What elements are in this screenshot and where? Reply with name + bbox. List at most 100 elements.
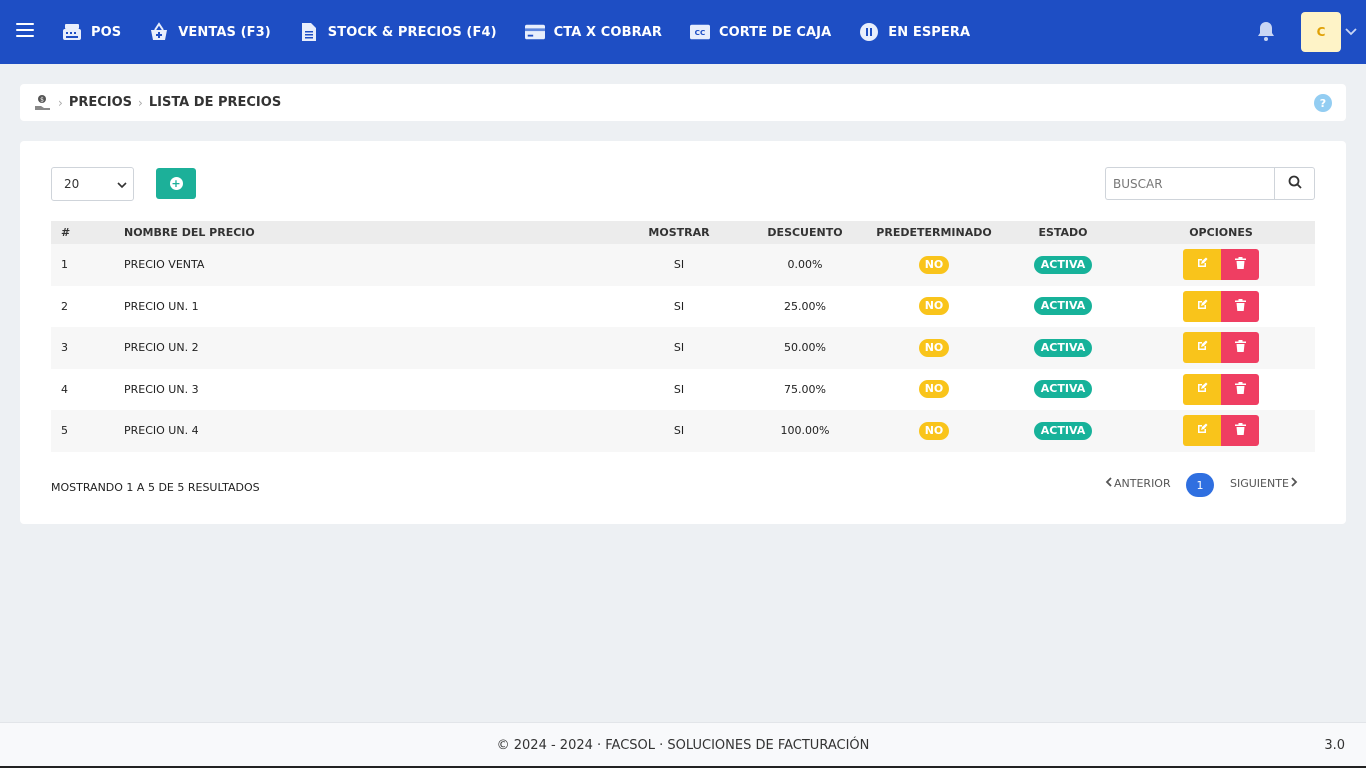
user-avatar[interactable]: C xyxy=(1301,12,1341,52)
edit-button[interactable] xyxy=(1183,249,1221,280)
row-mostrar: SI xyxy=(673,258,685,272)
row-estado: ACTIVA xyxy=(1003,338,1123,357)
basket-add-icon xyxy=(149,22,169,42)
delete-button[interactable] xyxy=(1221,290,1259,322)
row-mostrar: SI xyxy=(673,341,685,355)
nav-cta-cobrar[interactable]: CTA X COBRAR xyxy=(524,22,662,42)
row-descuento: 75.00% xyxy=(784,382,826,396)
table-row: 2 PRECIO UN. 1 SI 25.00% NO ACTIVA xyxy=(51,285,1315,327)
breadcrumb: $ › PRECIOS › LISTA DE PRECIOS ? xyxy=(20,84,1346,121)
nav-stock-precios-label: STOCK & PRECIOS (F4) xyxy=(327,24,497,40)
cc-icon: CC xyxy=(689,22,710,42)
pagination-page[interactable]: 1 xyxy=(1186,473,1214,497)
pagination-next-label: SIGUIENTE xyxy=(1230,477,1289,490)
default-badge: NO xyxy=(918,421,950,440)
edit-button[interactable] xyxy=(1183,290,1221,322)
nav-ventas-label: VENTAS (F3) xyxy=(178,24,271,40)
nav-ventas[interactable]: VENTAS (F3) xyxy=(149,22,271,42)
trash-icon xyxy=(1234,298,1246,314)
status-badge: ACTIVA xyxy=(1033,338,1093,357)
chevron-down-icon[interactable] xyxy=(1344,24,1358,38)
delete-button[interactable] xyxy=(1221,373,1259,405)
results-summary: MOSTRANDO 1 A 5 DE 5 RESULTADOS xyxy=(51,481,260,494)
notifications-bell-icon[interactable] xyxy=(1256,20,1276,42)
row-name: PRECIO VENTA xyxy=(124,258,205,272)
nav-en-espera[interactable]: EN ESPERA xyxy=(859,22,970,42)
top-navbar: POS VENTAS (F3) STOCK & PRECIOS (F4) CTA… xyxy=(0,0,1366,64)
default-badge: NO xyxy=(918,380,950,399)
row-estado: ACTIVA xyxy=(1003,421,1123,440)
delete-button[interactable] xyxy=(1221,332,1259,363)
row-num: 1 xyxy=(61,258,68,272)
footer-version: 3.0 xyxy=(1324,738,1345,753)
pause-icon xyxy=(859,22,879,42)
edit-icon xyxy=(1196,257,1208,272)
row-predeterminado: NO xyxy=(874,338,994,357)
pagination-next[interactable]: SIGUIENTE xyxy=(1230,477,1298,490)
search-button[interactable] xyxy=(1274,167,1315,200)
edit-icon xyxy=(1196,299,1208,314)
pagination-prev-label: ANTERIOR xyxy=(1114,477,1171,490)
row-estado: ACTIVA xyxy=(1003,297,1123,316)
header-predeterminado: PREDETERMINADO xyxy=(876,226,992,239)
per-page-value: 20 xyxy=(64,177,80,191)
edit-button[interactable] xyxy=(1183,332,1221,363)
row-name: PRECIO UN. 3 xyxy=(124,382,199,396)
plus-circle-icon: + xyxy=(169,177,183,190)
row-estado: ACTIVA xyxy=(1003,380,1123,399)
prices-table: # NOMBRE DEL PRECIO MOSTRAR DESCUENTO PR… xyxy=(51,221,1315,452)
trash-icon xyxy=(1234,257,1246,272)
breadcrumb-separator: › xyxy=(58,95,63,110)
header-num: # xyxy=(61,226,71,239)
row-num: 2 xyxy=(61,299,68,313)
main-nav: POS VENTAS (F3) STOCK & PRECIOS (F4) CTA… xyxy=(62,0,998,64)
nav-corte-caja-label: CORTE DE CAJA xyxy=(718,24,832,40)
help-icon[interactable]: ? xyxy=(1314,94,1332,112)
row-estado: ACTIVA xyxy=(1003,255,1123,274)
edit-icon xyxy=(1196,423,1208,438)
row-mostrar: SI xyxy=(673,299,685,313)
table-row: 1 PRECIO VENTA SI 0.00% NO ACTIVA xyxy=(51,244,1315,286)
footer: © 2024 - 2024 · FACSOL · SOLUCIONES DE F… xyxy=(0,722,1366,768)
nav-corte-caja[interactable]: CC CORTE DE CAJA xyxy=(689,22,832,42)
row-predeterminado: NO xyxy=(874,297,994,316)
delete-button[interactable] xyxy=(1221,249,1259,280)
nav-cta-cobrar-label: CTA X COBRAR xyxy=(553,24,662,40)
breadcrumb-separator: › xyxy=(138,95,143,110)
edit-button[interactable] xyxy=(1183,415,1221,446)
breadcrumb-precios[interactable]: PRECIOS xyxy=(69,95,132,110)
nav-stock-precios[interactable]: STOCK & PRECIOS (F4) xyxy=(299,22,497,42)
search-input[interactable] xyxy=(1105,167,1275,200)
nav-pos-label: POS xyxy=(91,24,122,40)
header-descuento: DESCUENTO xyxy=(767,226,843,239)
default-badge: NO xyxy=(918,255,950,274)
header-opciones: OPCIONES xyxy=(1189,226,1253,239)
delete-button[interactable] xyxy=(1221,415,1259,446)
default-badge: NO xyxy=(918,338,950,357)
table-header: # NOMBRE DEL PRECIO MOSTRAR DESCUENTO PR… xyxy=(51,221,1315,244)
chevron-down-icon xyxy=(117,179,127,189)
row-descuento: 0.00% xyxy=(787,258,823,272)
row-descuento: 50.00% xyxy=(784,341,826,355)
row-name: PRECIO UN. 4 xyxy=(124,424,199,438)
row-descuento: 25.00% xyxy=(784,299,826,313)
trash-icon xyxy=(1234,423,1246,438)
row-num: 5 xyxy=(61,424,68,438)
menu-toggle-icon[interactable] xyxy=(16,23,34,39)
per-page-select[interactable]: 20 xyxy=(51,167,134,201)
row-options xyxy=(1183,415,1259,446)
row-options xyxy=(1183,290,1259,322)
home-money-icon[interactable]: $ xyxy=(34,94,52,112)
row-num: 4 xyxy=(61,382,68,396)
edit-icon xyxy=(1196,382,1208,397)
nav-pos[interactable]: POS xyxy=(62,22,121,42)
search-icon xyxy=(1288,174,1302,193)
status-badge: ACTIVA xyxy=(1033,380,1093,399)
chevron-left-icon xyxy=(1105,477,1114,490)
row-name: PRECIO UN. 2 xyxy=(124,341,199,355)
edit-button[interactable] xyxy=(1183,373,1221,405)
status-badge: ACTIVA xyxy=(1033,255,1093,274)
table-row: 3 PRECIO UN. 2 SI 50.00% NO ACTIVA xyxy=(51,327,1315,369)
add-price-button[interactable]: + xyxy=(156,168,196,199)
pagination-prev[interactable]: ANTERIOR xyxy=(1105,477,1171,490)
